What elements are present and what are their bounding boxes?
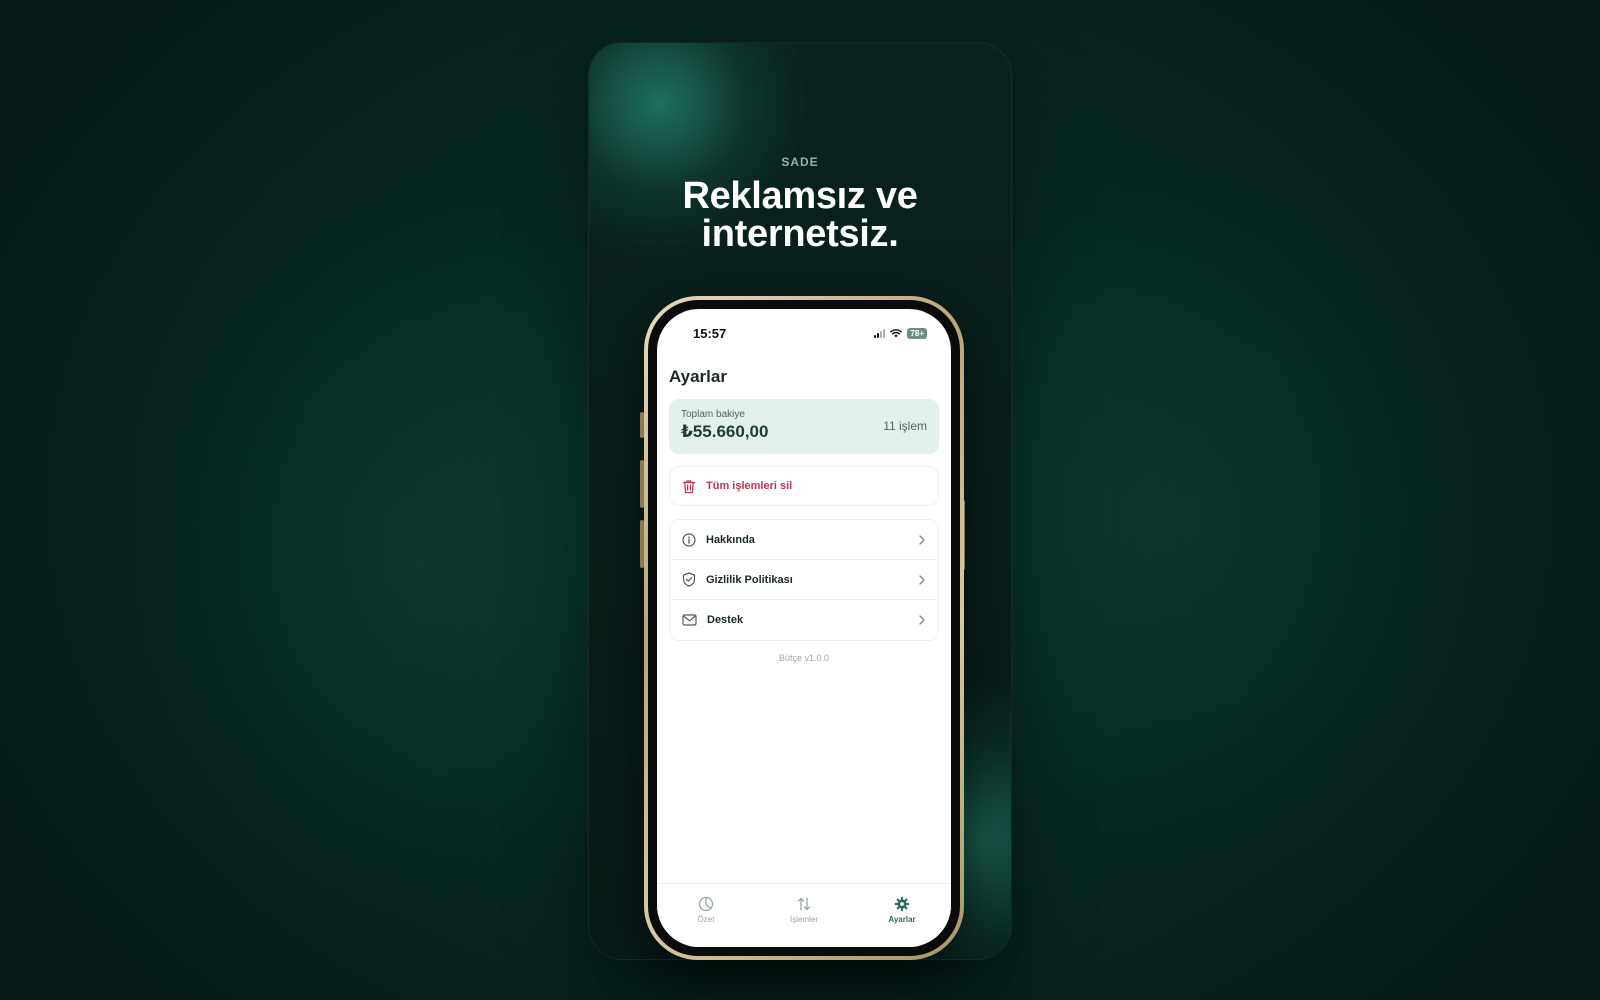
delete-all-label: Tüm işlemleri sil [706,480,793,492]
wifi-icon [890,328,903,337]
pie-chart-icon [698,896,714,912]
tab-settings-label: Ayarlar [888,915,916,924]
promo-headline-text: Reklamsız ve internetsiz. [682,175,918,255]
promo-headline: Reklamsız ve internetsiz. [589,177,1011,253]
transaction-count: 11 işlem [883,419,927,433]
balance-card: Toplam bakiye ₺55.660,00 11 işlem [669,399,939,454]
status-icons: 78+ [874,327,927,339]
menu-item-about-label: Hakkında [706,533,755,546]
tab-summary-label: Özet [697,915,715,924]
mail-icon [682,614,697,626]
gear-icon [894,896,910,912]
tab-transactions-label: İşlemler [789,915,818,924]
promo-eyebrow: SADE [781,155,819,169]
tab-transactions[interactable]: İşlemler [764,896,844,924]
menu-item-support-label: Destek [707,614,744,626]
settings-menu: Hakkında Gizlilik Politikası Destek [669,519,939,641]
app-version: Bütçe v1.0.0 [778,653,830,663]
tab-bar: Özet İşlemler Ayarlar [657,883,951,947]
menu-item-privacy-policy[interactable]: Gizlilik Politikası [670,560,938,600]
tab-summary[interactable]: Özet [666,896,746,924]
info-icon [682,532,696,547]
status-bar: 15:57 78+ [657,323,951,343]
chevron-right-icon [919,574,925,585]
tab-settings[interactable]: Ayarlar [862,896,942,924]
menu-item-support[interactable]: Destek [670,600,938,640]
menu-item-about[interactable]: Hakkında [670,520,938,560]
shield-check-icon [682,572,696,587]
delete-all-transactions-button[interactable]: Tüm işlemleri sil [669,466,939,506]
chevron-right-icon [919,615,925,625]
arrows-updown-icon [797,897,811,911]
status-time: 15:57 [693,325,727,341]
signal-icon [874,328,886,338]
phone-bezel: 15:57 78+ Ayarlar Toplam bakiye ₺55.660,… [648,300,960,956]
menu-item-privacy-label: Gizlilik Politikası [706,573,793,586]
phone-frame: 15:57 78+ Ayarlar Toplam bakiye ₺55.660,… [644,296,964,960]
chevron-right-icon [919,534,925,545]
battery-indicator: 78+ [907,327,927,339]
page-title: Ayarlar [669,367,727,386]
phone-screen: 15:57 78+ Ayarlar Toplam bakiye ₺55.660,… [657,309,951,947]
trash-icon [682,479,696,493]
